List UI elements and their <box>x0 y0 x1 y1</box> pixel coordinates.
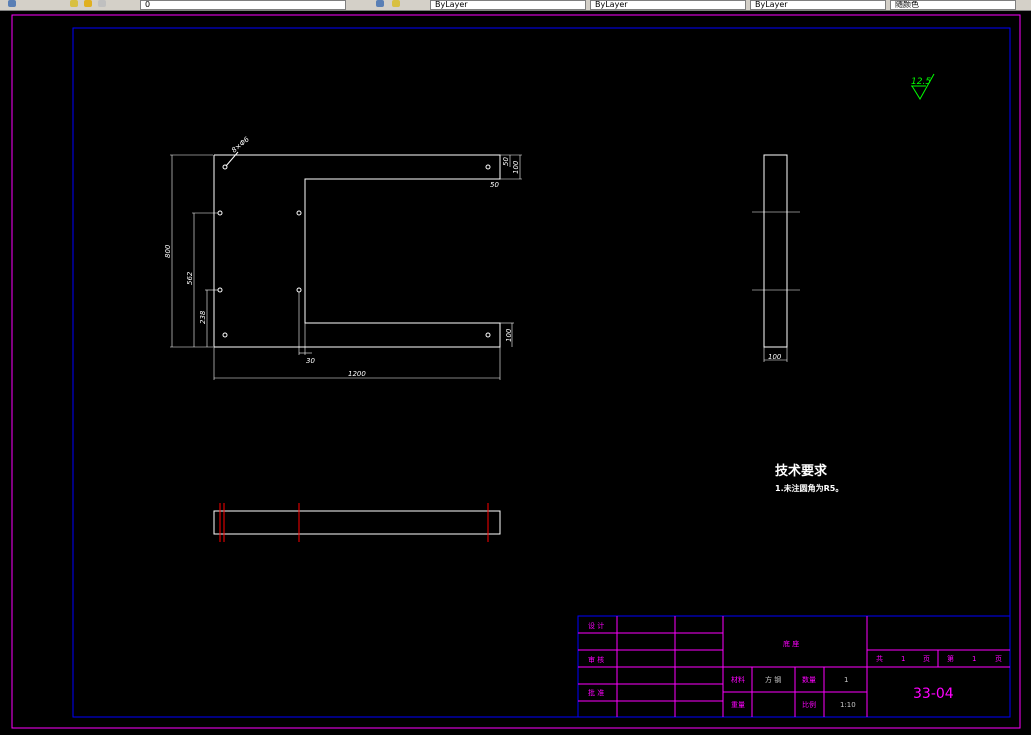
tb-page-value: 1 <box>972 655 976 663</box>
lineweight-dropdown[interactable]: ByLayer <box>750 0 886 10</box>
lineweight-dropdown-label: ByLayer <box>755 0 788 9</box>
color-dropdown[interactable]: ByLayer <box>430 0 586 10</box>
tb-page-unit: 页 <box>995 655 1002 663</box>
tb-weight-label: 重量 <box>731 701 745 709</box>
layer-dropdown-label: 0 <box>145 0 151 9</box>
hole-note: 8×Φ6 <box>230 135 251 155</box>
dim-text-100-side: 100 <box>768 353 782 361</box>
side-view[interactable] <box>752 154 800 362</box>
dim-text-50-inner: 50 <box>490 181 499 189</box>
hole-marker <box>217 210 223 216</box>
tb-part-name: 底 座 <box>783 639 799 648</box>
tb-total-value: 1 <box>901 655 905 663</box>
dim-text-100-top: 100 <box>512 160 520 174</box>
linetype-dropdown-label: ByLayer <box>595 0 628 9</box>
plotstyle-dropdown[interactable]: 随颜色 <box>890 0 1016 10</box>
color-dropdown-label: ByLayer <box>435 0 468 9</box>
layer-previous-icon[interactable] <box>392 0 400 7</box>
top-view[interactable] <box>213 503 501 542</box>
plotstyle-dropdown-label: 随颜色 <box>895 0 919 9</box>
tb-sheet-label: 页 <box>923 655 930 663</box>
top-view-outline <box>213 510 501 535</box>
dim-text-800: 800 <box>164 244 172 258</box>
bulb-icon[interactable] <box>70 0 78 7</box>
hole-marker <box>296 287 302 293</box>
hole-marker <box>217 287 223 293</box>
tb-material-value: 方 钢 <box>765 675 781 684</box>
hole-marker <box>485 164 491 170</box>
dim-text-100-bottom: 100 <box>505 328 513 342</box>
tb-scale-value: 1:10 <box>840 701 856 709</box>
tech-requirements-title: 技术要求 <box>775 463 828 479</box>
roughness-value: 12.5 <box>911 77 931 87</box>
dim-text-50-top: 50 <box>502 157 510 166</box>
side-view-outline <box>763 154 788 348</box>
dim-text-1200: 1200 <box>348 370 366 378</box>
linetype-dropdown[interactable]: ByLayer <box>590 0 746 10</box>
hole-marker <box>222 332 228 338</box>
tb-approve-label: 批 准 <box>588 688 604 697</box>
tb-drawing-number: 33-04 <box>913 686 954 702</box>
layer-properties-icon[interactable] <box>8 0 16 7</box>
hole-marker <box>296 210 302 216</box>
dim-text-238: 238 <box>199 310 207 324</box>
match-properties-icon[interactable] <box>376 0 384 7</box>
dim-text-30: 30 <box>306 357 315 365</box>
sheet-outer-frame <box>11 14 1021 729</box>
tb-design-label: 设 计 <box>588 621 604 630</box>
layer-dropdown[interactable]: 0 <box>140 0 346 10</box>
tech-requirements-item: 1.未注圆角为R5。 <box>775 483 843 493</box>
lock-icon[interactable] <box>98 0 106 7</box>
hole-marker <box>485 332 491 338</box>
front-view[interactable] <box>170 151 522 380</box>
hole-leader-line <box>225 151 239 167</box>
tb-check-label: 审 核 <box>588 655 604 664</box>
dim-text-562: 562 <box>186 271 194 285</box>
sun-icon[interactable] <box>84 0 92 7</box>
tb-page-label: 第 <box>947 654 954 663</box>
tb-material-label: 材料 <box>731 675 745 684</box>
base-outline <box>213 154 501 348</box>
tb-scale-label: 比例 <box>802 700 816 709</box>
tb-quantity-value: 1 <box>844 676 848 684</box>
front-view-dimension-text: 8×Φ6 50 100 50 800 562 238 100 30 1200 <box>164 135 520 378</box>
drawing-canvas[interactable]: 8×Φ6 50 100 50 800 562 238 100 30 1200 1… <box>0 10 1031 735</box>
tb-total-label: 共 <box>876 654 883 663</box>
sheet-inner-frame <box>72 27 1011 718</box>
tb-quantity-label: 数量 <box>802 675 816 684</box>
